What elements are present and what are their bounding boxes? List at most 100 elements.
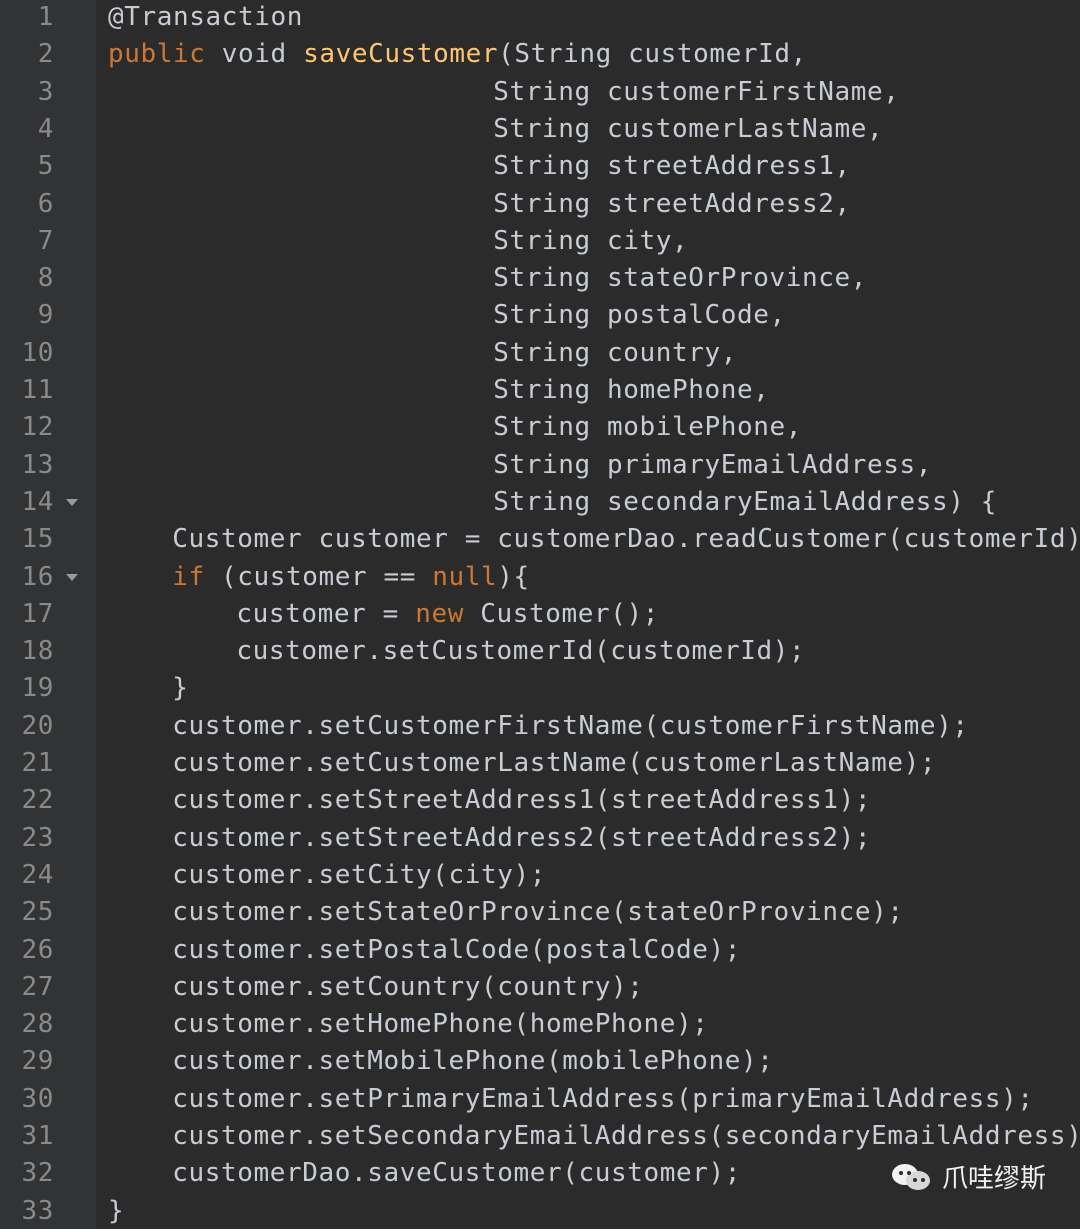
code-token: String streetAddress1, [493,151,851,182]
line-number: 19 [21,673,54,704]
watermark: 爪哇缪斯 [891,1158,1046,1195]
code-text: } [172,670,188,707]
line-number: 3 [37,76,54,107]
code-token: String mobilePhone, [493,412,803,443]
code-text: customerDao.saveCustomer(customer); [172,1155,741,1192]
line-number: 23 [21,822,54,853]
code-text: customer.setStreetAddress2(streetAddress… [172,820,871,857]
code-line: 21 customer.setCustomerLastName(customerL… [0,745,1080,782]
code-line: 18 customer.setCustomerId(customerId); [0,633,1080,670]
code-line: 7 String city, [0,223,1080,260]
line-number: 17 [21,598,54,629]
code-line: 19} [0,670,1080,707]
code-text: customer.setCustomerLastName(customerLas… [172,745,936,782]
line-number: 32 [21,1158,54,1189]
code-line: 3 String customerFirstName, [0,74,1080,111]
code-token: customer.setMobilePhone(mobilePhone); [172,1046,774,1077]
code-token: Customer(); [463,598,659,629]
code-line: 17 customer = new Customer(); [0,596,1080,633]
code-line: 4 String customerLastName, [0,111,1080,148]
line-number: 31 [21,1121,54,1151]
code-token: saveCustomer [303,39,499,70]
code-text: customer.setMobilePhone(mobilePhone); [172,1043,773,1080]
code-text: String primaryEmailAddress, [493,447,932,484]
code-text: public void saveCustomer(String customer… [108,36,807,73]
code-text: Customer customer = customerDao.readCust… [172,521,1080,558]
line-number: 14 [21,486,54,517]
line-number: 20 [21,710,54,741]
code-text: String customerFirstName, [493,74,899,111]
code-line: 6 String streetAddress2, [0,186,1080,223]
code-text: String streetAddress1, [493,148,851,185]
code-token: customer.setCustomerLastName(customerLas… [172,748,937,778]
line-number: 10 [21,337,54,368]
code-token: String primaryEmailAddress, [493,449,933,480]
code-token: String city, [493,225,689,256]
line-number: 6 [37,188,54,219]
code-token: new [415,598,464,629]
line-number: 2 [37,39,54,70]
code-text: customer.setHomePhone(homePhone); [172,1006,708,1043]
wechat-icon [891,1162,932,1192]
code-token: void [205,39,304,70]
code-line: 23 customer.setStreetAddress2(streetAddre… [0,820,1080,857]
code-line: 5 String streetAddress1, [0,148,1080,185]
fold-arrow-icon[interactable] [66,573,78,581]
line-number: 27 [21,971,54,1002]
line-number: 9 [37,300,54,331]
code-token: customer.setStateOrProvince(stateOrProvi… [172,897,904,928]
code-line: 8 String stateOrProvince, [0,260,1080,297]
line-number: 29 [21,1046,54,1077]
line-number: 25 [21,897,54,928]
code-text: @Transaction [108,0,303,36]
code-token: (String customerId, [498,39,807,70]
code-token: } [108,1195,125,1226]
code-token: String customerFirstName, [493,76,900,107]
code-text: customer.setCustomerFirstName(customerFi… [172,708,968,745]
code-text: String mobilePhone, [493,409,802,446]
code-token: String stateOrProvince, [493,263,868,294]
code-token: } [172,673,189,704]
code-token: customer.setCustomerFirstName(customerFi… [172,710,969,741]
code-text: customer.setSecondaryEmailAddress(second… [172,1118,1080,1155]
code-token: customer.setSecondaryEmailAddress(second… [172,1121,1080,1151]
code-text: customer = new Customer(); [236,596,659,633]
line-number: 22 [21,785,54,816]
code-line: 33} [0,1193,1080,1229]
line-number: 11 [21,375,54,405]
code-text: String postalCode, [493,297,786,334]
code-text: customer.setStateOrProvince(stateOrProvi… [172,894,903,931]
code-token: ){ [497,561,530,592]
code-text: String homePhone, [493,372,769,409]
code-token: customer = [236,598,416,629]
code-text: customer.setPrimaryEmailAddress(primaryE… [172,1081,1033,1118]
code-text: String stateOrProvince, [493,260,867,297]
code-editor: 1 @Transaction 2 public void saveCustomer(S… [0,0,1080,1229]
code-line: 11 String homePhone, [0,372,1080,409]
code-token: customer.setStreetAddress1(streetAddress… [172,785,872,816]
code-token: String secondaryEmailAddress) { [493,486,998,517]
line-number: 21 [21,748,54,778]
code-line: 1 @Transaction [0,0,1080,36]
line-number: 4 [37,113,54,144]
code-text: } [108,1193,124,1229]
code-text: String country, [493,335,737,372]
line-number: 8 [37,263,54,294]
line-number: 18 [21,636,54,667]
code-line: 15 Customer customer = customerDao.readCu… [0,521,1080,558]
code-line: 24 customer.setCity(city); [0,857,1080,894]
code-line: 12 String mobilePhone, [0,409,1080,446]
code-line: 31 customer.setSecondaryEmailAddress(seco… [0,1118,1080,1155]
code-text: String secondaryEmailAddress) { [493,484,997,521]
code-line: 13 String primaryEmailAddress, [0,447,1080,484]
fold-arrow-icon[interactable] [66,498,78,506]
line-number: 7 [37,225,54,256]
code-token: String customerLastName, [493,113,884,144]
code-line: 25 customer.setStateOrProvince(stateOrPro… [0,894,1080,931]
code-text: customer.setCustomerId(customerId); [236,633,805,670]
code-token: if [172,561,205,592]
line-number: 30 [21,1083,54,1114]
code-line: 22 customer.setStreetAddress1(streetAddre… [0,782,1080,819]
code-token: customer.setPrimaryEmailAddress(primaryE… [172,1083,1034,1114]
code-line: 9 String postalCode, [0,297,1080,334]
